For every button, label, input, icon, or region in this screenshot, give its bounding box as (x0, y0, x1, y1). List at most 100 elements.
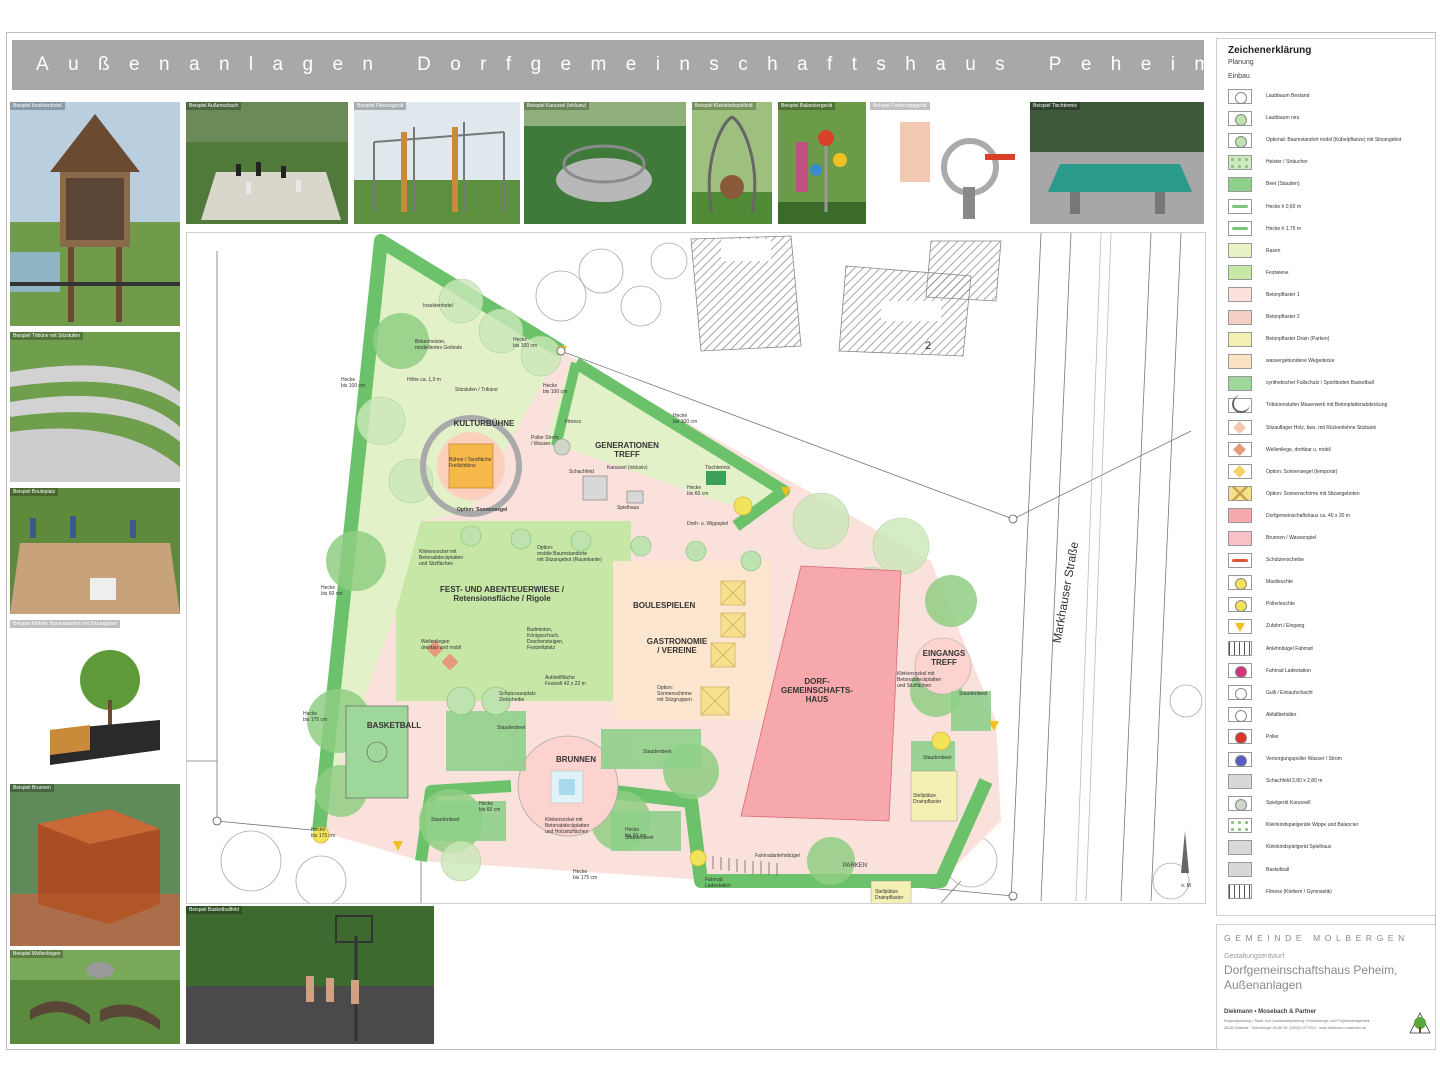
photo-brunnen: Beispiel Brunnen (10, 784, 180, 946)
legend-title: Zeichenerklärung (1228, 45, 1312, 56)
legend-swatch (1228, 641, 1252, 656)
legend-swatch (1228, 199, 1252, 214)
label-festwiese: FEST- UND ABENTEUERWIESE / Retensionsflä… (439, 585, 564, 603)
photo-caption: Beispiel Federwippgerät (870, 102, 930, 110)
legend-swatch (1228, 552, 1252, 568)
legend-label: Pollerleuchte (1266, 601, 1295, 608)
legend-label: synthetischer Fallschutz / Sportboden Ba… (1266, 380, 1374, 387)
photo-caption: Beispiel Tischtennis (1030, 102, 1080, 110)
legend-item: Hecke h 0,60 m (1228, 198, 1416, 216)
legend-label: Poller (1266, 733, 1279, 740)
label-staudenbeet-4: Staudenbeet (959, 691, 988, 697)
legend-label: Dorfgemeinschaftshaus ca. 40 x 20 m (1266, 512, 1350, 519)
legend-swatch (1228, 221, 1252, 237)
label-hecke-8: Hecke bis 175 cm (311, 827, 336, 839)
label-brunnen: BRUNNEN (556, 755, 596, 764)
photo-federwipp: Beispiel Federwippgerät (870, 102, 1026, 224)
label-kulturbuehne: KULTURBÜHNE (453, 419, 515, 428)
legend-label: Brunnen / Wasserspiel (1266, 535, 1317, 541)
legend-item: Hecke h 1,75 m (1228, 220, 1416, 238)
label-staudenbeet-3: Staudenbeet (923, 755, 952, 761)
photo-caption: Beispiel Brunnen (10, 784, 54, 792)
label-tischtennis: Tischtennis (705, 465, 731, 471)
balancier-image (778, 102, 866, 224)
legend-label: Betonpflaster Drain (Parken) (1266, 336, 1330, 343)
label-schirme: Option: Sonnenschirme mit Sitzgruppen (657, 685, 692, 703)
kleinkind-image (692, 102, 772, 224)
legend-item: Spielgerät Karussell (1228, 794, 1416, 812)
photo-caption: Beispiel Basketballfeld (186, 906, 243, 914)
legend-item: Schützenscheibe (1228, 551, 1416, 569)
photo-caption: Beispiel Wellenliegen (10, 950, 64, 958)
label-hecke-4: Hecke bis 100 cm (673, 413, 698, 425)
label-buehne: Bühne / Tanzfläche Freilichtkino (449, 457, 492, 469)
legend-swatch (1228, 353, 1252, 369)
label-eingangstreff: EINGANGS TREFF (922, 649, 966, 667)
legend-swatch (1228, 884, 1252, 900)
legend-einbau: Einbau (1228, 73, 1250, 80)
label-dgh: DORF- GEMEINSCHAFTS- HAUS (781, 677, 853, 704)
label-insektenhotel: Insektenhotel (423, 303, 453, 309)
legend-label: Rasen (1266, 247, 1281, 254)
photo-boule: Beispiel Bouleplatz (10, 488, 180, 614)
insektenhotel-image (10, 102, 180, 326)
legend-item: Kleinkindspielgerät Spielhaus (1228, 838, 1416, 856)
photo-caption: Beispiel Kleinkindspielfeld (692, 102, 756, 110)
legend-item: Pollerleuchte (1228, 595, 1416, 613)
legend-label: Abfallbehälter (1266, 711, 1297, 718)
legend-item: Fitness (Klettern / Gymnastik) (1228, 883, 1416, 901)
legend-swatch (1228, 729, 1252, 745)
legend-swatch (1228, 394, 1252, 413)
legend-swatch (1228, 508, 1252, 524)
site-plan: KULTURBÜHNE GENERATIONEN TREFF FEST- UND… (186, 232, 1206, 904)
legend-item: Option: Sonnensegel (temporär) (1228, 463, 1416, 481)
label-birken: Birkenheister, modelliertes Gelände (415, 339, 463, 351)
legend-swatch (1228, 331, 1252, 347)
legend-label: Kleinkindspielgerät Spielhaus (1266, 844, 1332, 851)
label-poller: Poller Strom / Wasser (531, 435, 559, 447)
photo-caption: Beispiel Außenschach (186, 102, 242, 110)
label-hecke-9: Hecke bis 60 cm (479, 801, 501, 813)
site-plan-drawing (187, 233, 1203, 903)
legend-swatch (1228, 309, 1252, 325)
photo-fitness: Beispiel Fitnessgerät (354, 102, 520, 224)
page-title: Außenanlagen Dorfgemeinschaftshaus Pehei… (36, 54, 1230, 75)
photo-insektenhotel: Beispiel Insektenhotel (10, 102, 180, 326)
legend-label: Tribünenstufen Mauerwerk mit Betonplatte… (1266, 402, 1388, 409)
legend-swatch (1228, 618, 1252, 634)
legend-item: Sitzauflager Holz, bws. mit Rückenlehne … (1228, 419, 1416, 437)
label-staudenbeet-1: Staudenbeet (497, 725, 526, 731)
municipality-name: GEMEINDE MOLBERGEN (1224, 933, 1409, 943)
legend-swatch (1228, 530, 1252, 546)
legend-label: Sitzauflager Holz, bws. mit Rückenlehne … (1266, 424, 1377, 431)
label-boule: BOULESPIELEN (633, 601, 696, 610)
legend-swatch (1228, 464, 1252, 480)
legend-swatch (1228, 862, 1252, 877)
legend-item: Schachfeld 2,80 x 2,80 m (1228, 772, 1416, 790)
design-type: Gestaltungsentwurf (1224, 953, 1285, 960)
baumstandort-image (10, 620, 180, 778)
photo-aussenschach: Beispiel Außenschach (186, 102, 348, 224)
label-mobile: Option: mobile Baumstandorte mit Sitzang… (537, 545, 602, 563)
legend-swatch (1228, 596, 1252, 612)
project-title: Dorfgemeinschaftshaus Peheim, Außenanlag… (1224, 963, 1398, 992)
legend-item: Laubbaum neu (1228, 109, 1416, 127)
label-fahrrad: Fahrradanlehnbügel (755, 853, 800, 859)
legend-item: Versorgungspoller Wasser / Strom (1228, 750, 1416, 768)
label-hecke-11: Hecke bis 175 cm (573, 869, 598, 881)
label-stellplaetze-2: Stellplätze Drainpflaster (875, 889, 904, 901)
title-bar: Außenanlagen Dorfgemeinschaftshaus Pehei… (12, 40, 1230, 90)
label-sonnensegel: Option: Sonnensegel (457, 507, 508, 513)
photo-tribuene: Beispiel Tribüne mit Sitzstufen (10, 332, 180, 482)
legend-label: Schützenscheibe (1266, 557, 1305, 564)
label-klinker2: Klinkersockel mit Betonabdeckplatten und… (545, 817, 590, 835)
legend-item: Poller (1228, 728, 1416, 746)
legend-planung: Planung (1228, 59, 1254, 66)
karussel-image (524, 102, 686, 224)
label-hecke-5: Hecke bis 60 cm (687, 485, 709, 497)
photo-caption: Beispiel Fitnessgerät (354, 102, 407, 110)
photo-caption: Beispiel Karussel (inklusiv) (524, 102, 590, 110)
photo-caption: Beispiel Mobiler Baumstandort mit Sitzan… (10, 620, 120, 628)
photo-caption: Beispiel Balanciergerät (778, 102, 836, 110)
legend-swatch (1228, 663, 1252, 679)
